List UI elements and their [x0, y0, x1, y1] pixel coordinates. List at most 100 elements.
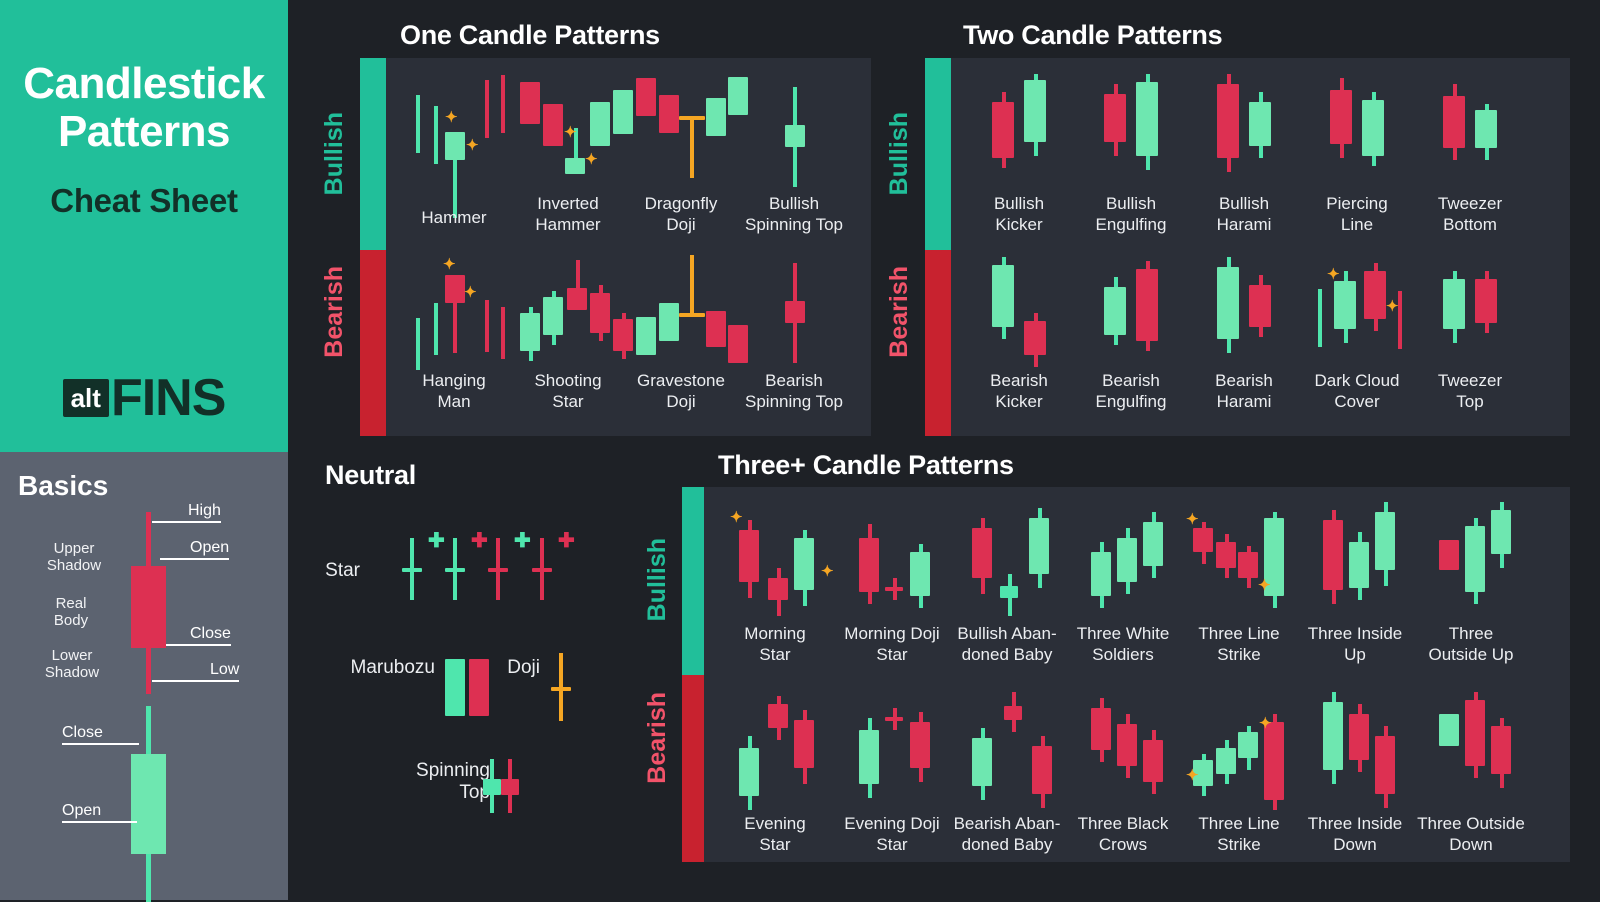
- pattern-cell-three-black-crows[interactable]: Three Black Crows: [1062, 690, 1184, 855]
- bearish-harami-art: [1183, 255, 1305, 377]
- sparkle-icon: ✦: [730, 509, 743, 526]
- pattern-cell-bearish-engulfing[interactable]: Bearish Engulfing: [1070, 255, 1192, 425]
- bearish-abandoned-baby-art: [946, 690, 1068, 815]
- basics-bull-upper-shadow: [146, 706, 151, 754]
- brand-title-line2: Patterns: [57, 106, 231, 156]
- section-title-one-candle: One Candle Patterns: [400, 20, 660, 50]
- sparkle-icon: ✦: [443, 256, 456, 273]
- pattern-label: Hanging Man: [422, 371, 486, 412]
- pattern-cell-evening-star[interactable]: Evening Star: [714, 690, 836, 855]
- pattern-cell-morning-doji-star[interactable]: Morning Doji Star: [831, 500, 953, 665]
- pattern-label: Dark Cloud Cover: [1314, 371, 1400, 412]
- one-candle-bullish-label: Bullish: [320, 112, 348, 196]
- pattern-label: Three Outside Down: [1417, 814, 1525, 855]
- dark-cloud-cover-art: ✦ ✦: [1296, 255, 1418, 377]
- pattern-cell-tweezer-bottom[interactable]: Tweezer Bottom: [1409, 70, 1531, 240]
- pattern-label: Three Line Strike: [1198, 624, 1280, 665]
- one-candle-trend-bar: [360, 58, 386, 436]
- star-plus-icon: ✚: [428, 530, 445, 552]
- pattern-cell-hanging-man[interactable]: ✦ ✦ Hanging Man: [393, 255, 515, 425]
- basics-bull-lower-shadow: [146, 854, 151, 902]
- basics-tick-open: Open: [160, 539, 230, 560]
- pattern-label: Inverted Hammer: [535, 194, 601, 235]
- pattern-cell-piercing-line[interactable]: Piercing Line: [1296, 70, 1418, 240]
- three-inside-up-art: [1294, 500, 1416, 625]
- pattern-label: Evening Doji Star: [844, 814, 940, 855]
- pattern-cell-hammer[interactable]: ✦ ✦ Hammer: [393, 70, 515, 240]
- inverted-hammer-art: ✦ ✦: [507, 70, 633, 200]
- basics-lower-shadow: [146, 648, 151, 694]
- pattern-cell-morning-star[interactable]: ✦ ✦ Morning Star: [714, 500, 836, 665]
- pattern-cell-evening-doji-star[interactable]: Evening Doji Star: [831, 690, 953, 855]
- three-outside-up-art: [1410, 500, 1532, 625]
- pattern-label: Three Black Crows: [1077, 814, 1169, 855]
- pattern-cell-inverted-hammer[interactable]: ✦ ✦ Inverted Hammer: [507, 70, 633, 240]
- pattern-label: Tweezer Bottom: [1437, 194, 1503, 235]
- pattern-cell-three-inside-up[interactable]: Three Inside Up: [1294, 500, 1416, 665]
- basics-tick-high: High: [152, 502, 221, 523]
- neutral-label-marubozu: Marubozu: [350, 657, 436, 678]
- pattern-cell-bullish-spinning-top[interactable]: Bullish Spinning Top: [733, 70, 855, 240]
- bullish-abandoned-baby-art: [946, 500, 1068, 625]
- pattern-cell-dragonfly-doji[interactable]: Dragonfly Doji: [620, 70, 748, 240]
- pattern-cell-three-line-strike-bull[interactable]: ✦ ✦ Three Line Strike: [1178, 500, 1300, 665]
- gravestone-doji-art: [620, 255, 748, 377]
- pattern-cell-bullish-harami[interactable]: Bullish Harami: [1183, 70, 1305, 240]
- pattern-cell-bullish-engulfing[interactable]: Bullish Engulfing: [1070, 70, 1192, 240]
- pattern-label: Three White Soldiers: [1076, 624, 1170, 665]
- pattern-cell-three-outside-up[interactable]: Three Outside Up: [1410, 500, 1532, 665]
- one-candle-bull-bar: [360, 58, 386, 250]
- neutral-label-spinning-top: Spinning Top: [416, 760, 490, 803]
- brand-title-line1: Candlestick: [23, 59, 265, 108]
- infographic-root: Candlestick Patterns Cheat Sheet alt FIN…: [0, 0, 1600, 902]
- pattern-label: Bearish Engulfing: [1095, 371, 1167, 412]
- sparkle-icon: ✦: [445, 109, 458, 126]
- pattern-cell-bullish-kicker[interactable]: Bullish Kicker: [958, 70, 1080, 240]
- morning-doji-star-art: [831, 500, 953, 625]
- pattern-cell-bearish-abandoned-baby[interactable]: Bearish Aban-doned Baby: [946, 690, 1068, 855]
- three-outside-down-art: [1410, 690, 1532, 815]
- sparkle-icon: ✦: [1186, 511, 1199, 528]
- two-candle-bull-bar: [925, 58, 951, 250]
- pattern-cell-bearish-kicker[interactable]: Bearish Kicker: [958, 255, 1080, 425]
- three-candle-trend-bar: [682, 487, 704, 862]
- pattern-cell-tweezer-top[interactable]: Tweezer Top: [1409, 255, 1531, 425]
- pattern-cell-bullish-abandoned-baby[interactable]: Bullish Aban-doned Baby: [946, 500, 1068, 665]
- pattern-cell-bearish-spinning-top[interactable]: Bearish Spinning Top: [733, 255, 855, 425]
- morning-star-art: ✦ ✦: [714, 500, 836, 625]
- shooting-star-art: [507, 255, 633, 377]
- pattern-label: Evening Star: [744, 814, 806, 855]
- pattern-cell-three-white-soldiers[interactable]: Three White Soldiers: [1062, 500, 1184, 665]
- two-candle-bear-bar: [925, 250, 951, 436]
- bearish-spinning-top-art: [733, 255, 855, 377]
- three-candle-bullish-label: Bullish: [643, 538, 671, 622]
- basics-tick-bull-open: Open: [62, 802, 138, 823]
- brand-panel: Candlestick Patterns Cheat Sheet alt FIN…: [0, 0, 288, 452]
- star-plus-icon: ✚: [514, 530, 531, 552]
- pattern-cell-three-inside-down[interactable]: Three Inside Down: [1294, 690, 1416, 855]
- sparkle-icon: ✦: [1327, 266, 1340, 283]
- altfins-logo: alt FINS: [0, 372, 288, 424]
- bullish-kicker-art: [958, 70, 1080, 200]
- pattern-label: Three Line Strike: [1198, 814, 1280, 855]
- section-title-three-candle: Three+ Candle Patterns: [718, 450, 1014, 480]
- two-candle-bullish-label: Bullish: [885, 112, 913, 196]
- three-candle-bear-bar: [682, 675, 704, 862]
- pattern-label: Bearish Harami: [1215, 371, 1273, 412]
- pattern-label: Dragonfly Doji: [644, 194, 718, 235]
- pattern-cell-three-line-strike-bear[interactable]: ✦ ✦ Three Line Strike: [1178, 690, 1300, 855]
- bullish-engulfing-art: [1070, 70, 1192, 200]
- three-line-strike-bull-art: ✦ ✦: [1178, 500, 1300, 625]
- pattern-cell-dark-cloud-cover[interactable]: ✦ ✦ Dark Cloud Cover: [1296, 255, 1418, 425]
- pattern-cell-bearish-harami[interactable]: Bearish Harami: [1183, 255, 1305, 425]
- bearish-engulfing-art: [1070, 255, 1192, 377]
- three-inside-down-art: [1294, 690, 1416, 815]
- pattern-cell-shooting-star[interactable]: Shooting Star: [507, 255, 633, 425]
- hammer-art: ✦ ✦: [393, 70, 515, 218]
- pattern-cell-three-outside-down[interactable]: Three Outside Down: [1410, 690, 1532, 855]
- section-title-two-candle: Two Candle Patterns: [963, 20, 1223, 50]
- pattern-label: Bullish Engulfing: [1095, 194, 1167, 235]
- hanging-man-art: ✦ ✦: [393, 255, 515, 377]
- pattern-cell-gravestone-doji[interactable]: Gravestone Doji: [620, 255, 748, 425]
- three-black-crows-art: [1062, 690, 1184, 815]
